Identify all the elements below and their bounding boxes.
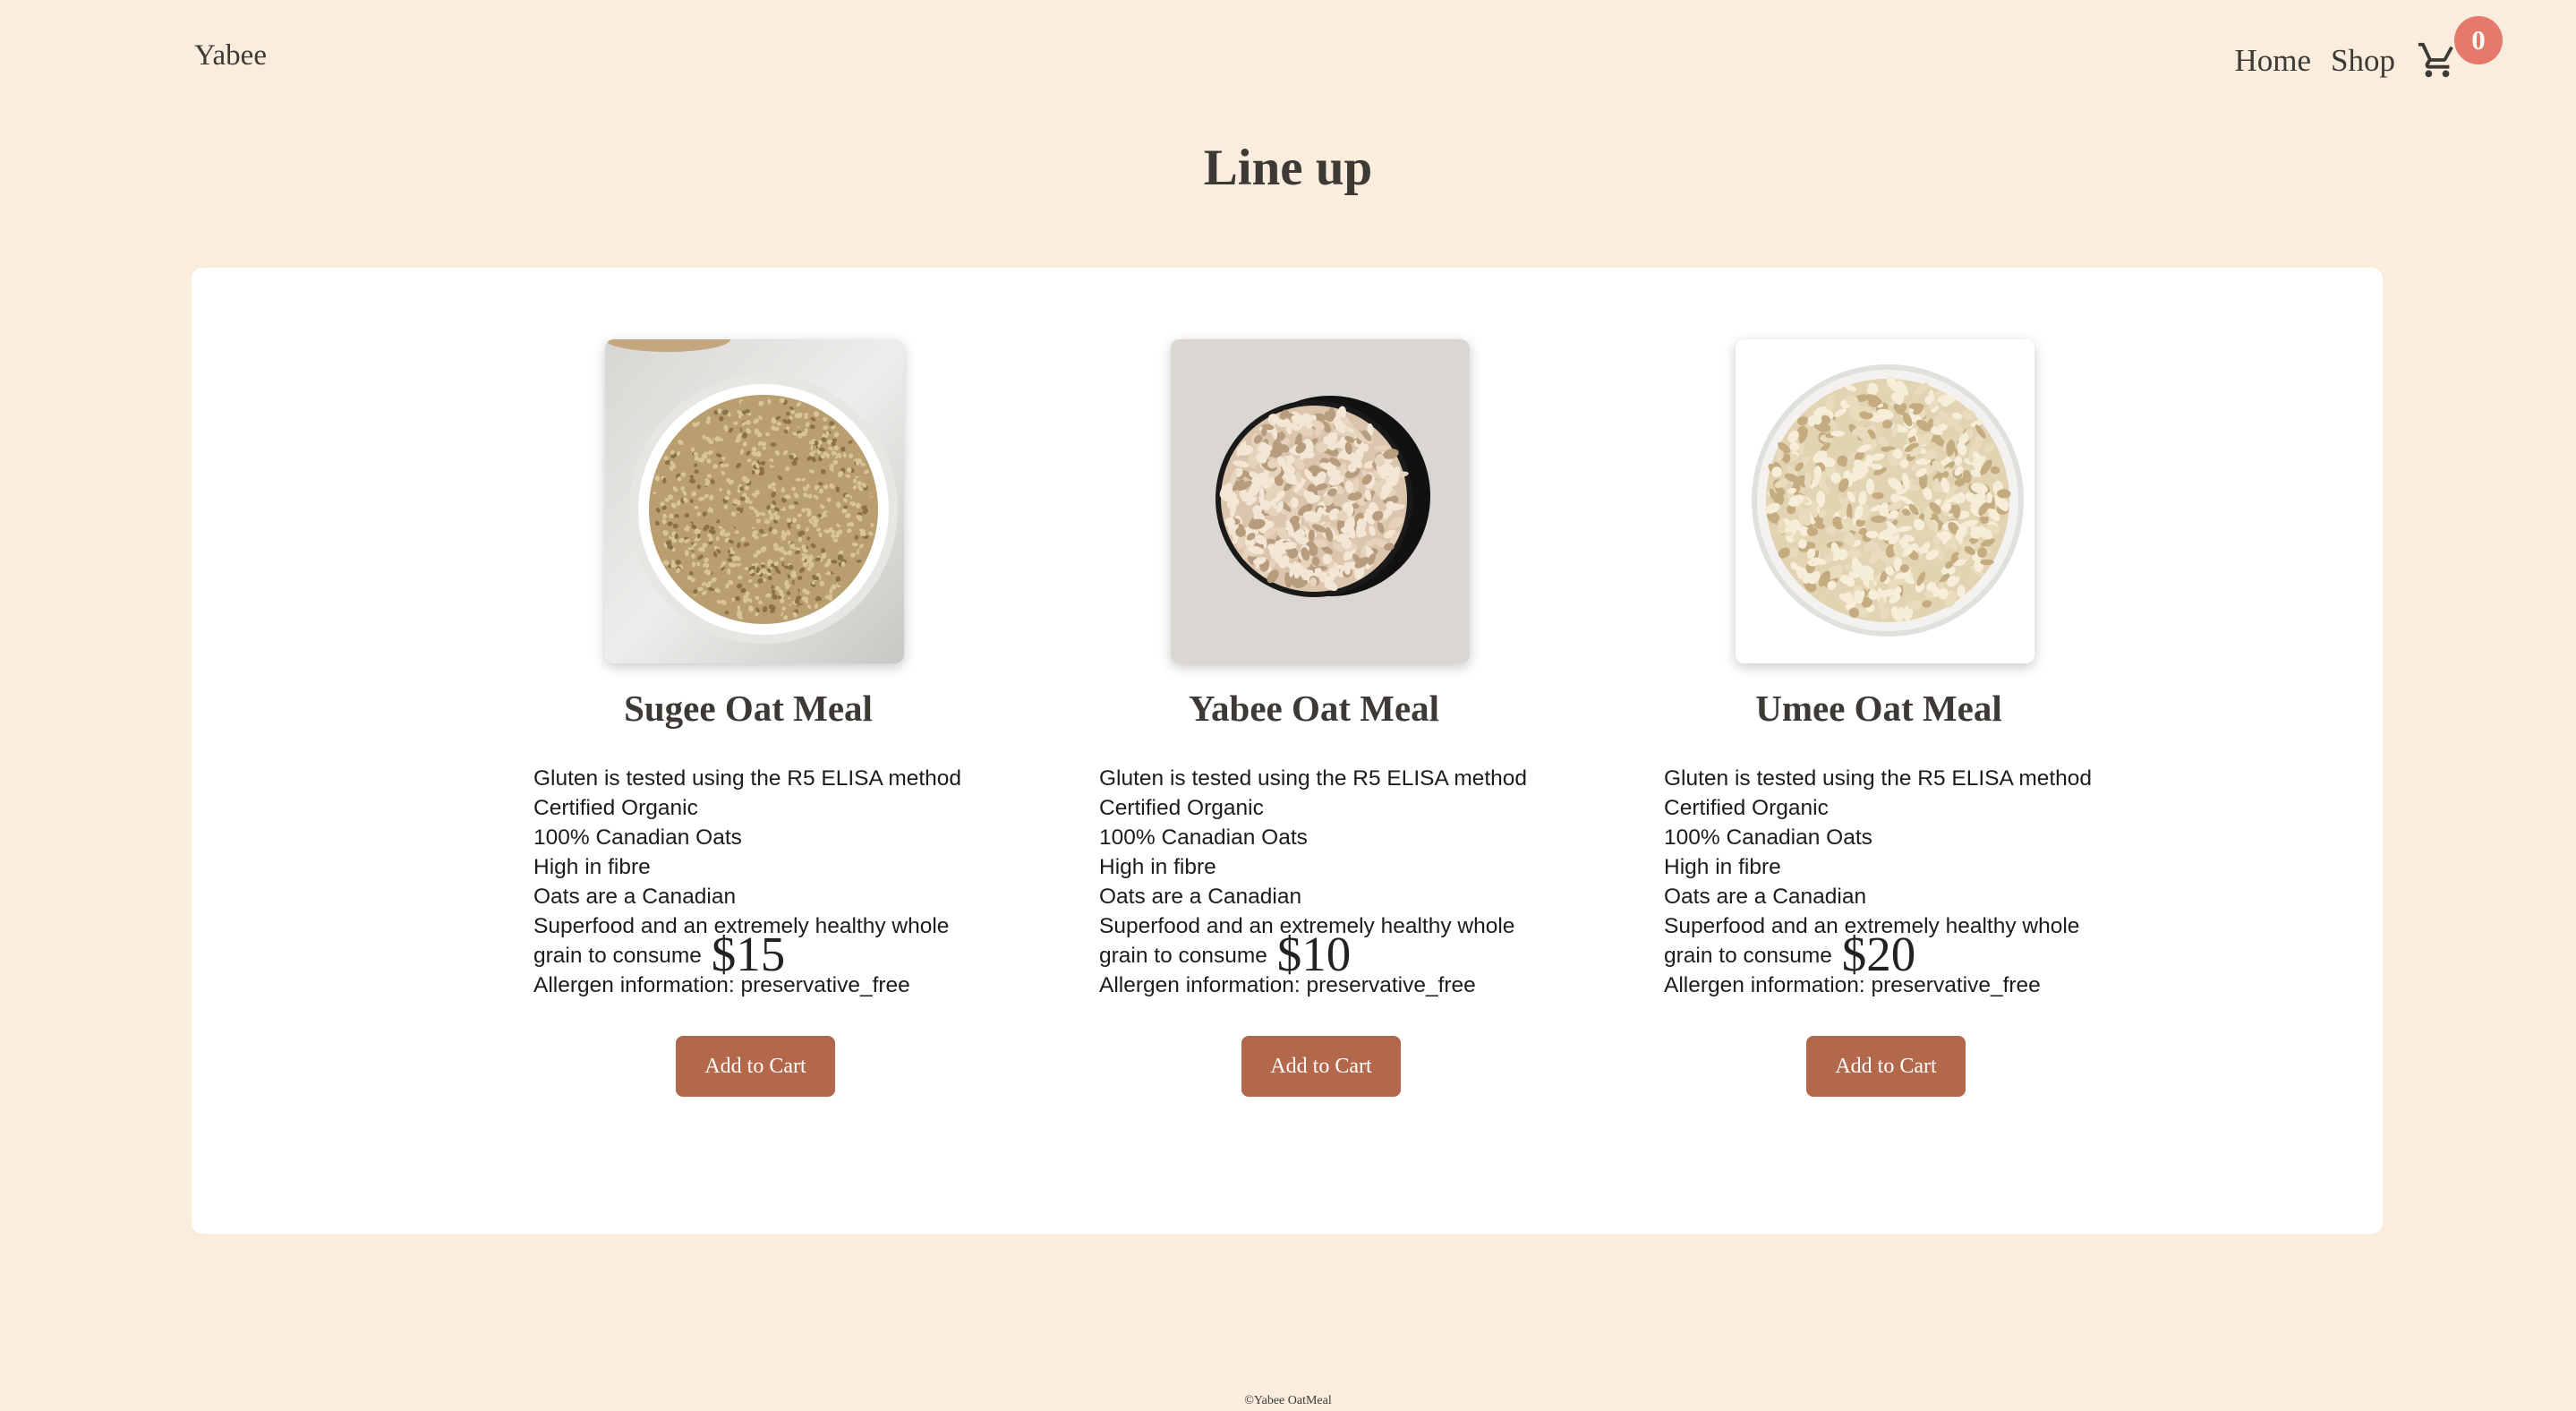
add-to-cart-button[interactable]: Add to Cart [1241, 1036, 1401, 1097]
product-name: Yabee Oat Meal [1188, 688, 1440, 729]
products-panel: Sugee Oat Meal Gluten is tested using th… [192, 268, 2383, 1234]
product-feature-line: Oats are a Canadian [1664, 885, 1867, 909]
product-feature-line: Gluten is tested using the R5 ELISA meth… [1099, 766, 1528, 791]
product-feature-line: 100% Canadian Oats [1664, 825, 1872, 850]
product-name: Umee Oat Meal [1755, 688, 2002, 729]
product-feature-line: High in fibre [1664, 855, 1781, 879]
cart-button[interactable]: 0 [2417, 16, 2503, 82]
product-image-rolled-oats-bowl-grey[interactable] [1171, 339, 1470, 663]
product-name: Sugee Oat Meal [624, 688, 873, 729]
nav-shop-link[interactable]: Shop [2331, 43, 2395, 79]
product-price: $20 [1841, 927, 1916, 981]
product-feature-line: Certified Organic [1664, 796, 1829, 820]
product-feature-line: Oats are a Canadian [533, 885, 737, 909]
product-feature-line: Gluten is tested using the R5 ELISA meth… [1664, 766, 2093, 791]
footer-copyright: ©Yabee OatMeal [1244, 1394, 1332, 1407]
product-feature-line: 100% Canadian Oats [533, 825, 742, 850]
add-to-cart-button[interactable]: Add to Cart [1806, 1036, 1966, 1097]
product-image-rolled-oats-bowl-white[interactable] [1736, 339, 2034, 663]
brand-logo[interactable]: Yabee [194, 39, 267, 73]
product-image-steel-cut-oats-bowl[interactable] [605, 339, 904, 663]
product-list: Sugee Oat Meal Gluten is tested using th… [192, 268, 2383, 1234]
cart-icon [2418, 42, 2453, 78]
cart-count-badge: 0 [2454, 16, 2503, 64]
add-to-cart-button[interactable]: Add to Cart [676, 1036, 835, 1097]
nav-home-link[interactable]: Home [2234, 43, 2311, 79]
product-feature-line: High in fibre [1099, 855, 1216, 879]
product-feature-line: 100% Canadian Oats [1099, 825, 1308, 850]
product-feature-line: Certified Organic [1099, 796, 1264, 820]
product-feature-line: Oats are a Canadian [1099, 885, 1302, 909]
product-feature-line: Gluten is tested using the R5 ELISA meth… [533, 766, 962, 791]
product-price: $10 [1276, 927, 1352, 981]
page-title: Line up [1203, 140, 1373, 196]
product-price: $15 [711, 927, 786, 981]
product-feature-line: High in fibre [533, 855, 651, 879]
product-feature-line: Certified Organic [533, 796, 698, 820]
top-nav: Home Shop 0 [2234, 16, 2503, 82]
